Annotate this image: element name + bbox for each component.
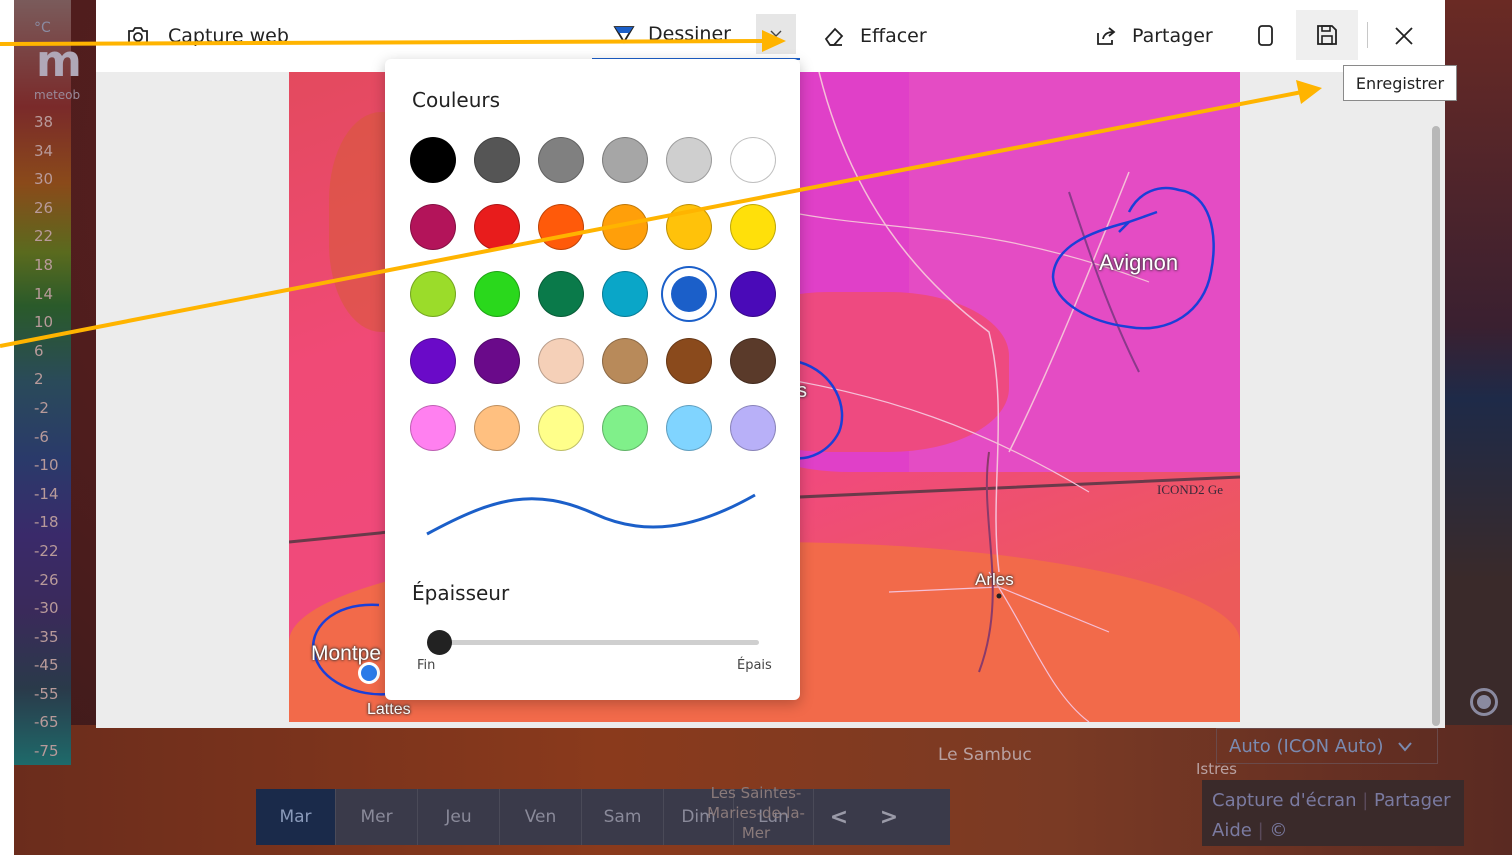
annotation-arrow-group [0,30,1322,348]
annotation-arrows [0,30,1322,348]
arrow-to-dropdown [0,39,763,46]
arrow-to-save-head [1296,80,1322,104]
arrow-to-save [0,90,1303,348]
arrow-to-dropdown-head [762,30,786,52]
